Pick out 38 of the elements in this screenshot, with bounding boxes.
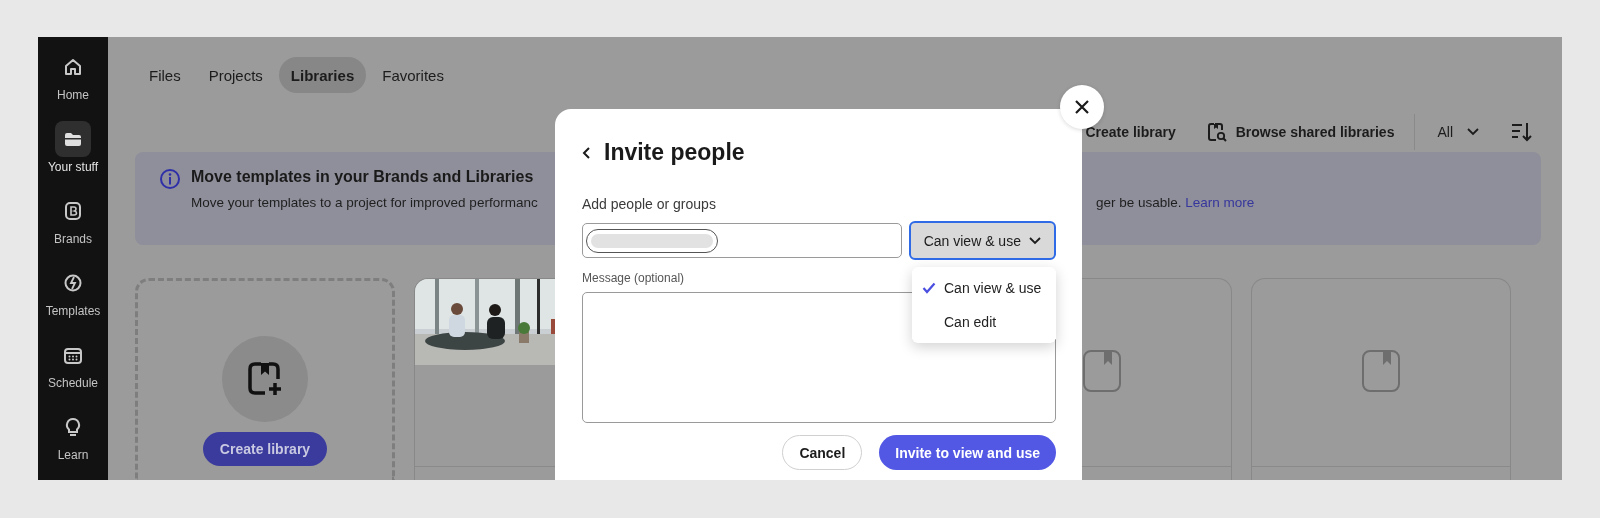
- home-icon: [62, 56, 84, 78]
- banner-text: ger be usable.: [1096, 195, 1182, 210]
- bookmark-icon: [1361, 349, 1401, 393]
- chevron-down-icon: [1467, 128, 1479, 136]
- sidebar-item[interactable]: Home: [38, 49, 108, 102]
- tab[interactable]: Files: [137, 57, 193, 93]
- chevron-left-icon: [582, 145, 592, 160]
- tab[interactable]: Favorites: [370, 57, 456, 93]
- back-button[interactable]: [582, 145, 592, 160]
- info-icon: [159, 168, 181, 190]
- sidebar-item[interactable]: Brands: [38, 193, 108, 246]
- bookmark-icon: [1082, 349, 1122, 393]
- tab[interactable]: Libraries: [278, 57, 367, 93]
- create-library-button[interactable]: Create library: [202, 432, 328, 466]
- invite-button[interactable]: Invite to view and use: [879, 435, 1056, 470]
- menu-item[interactable]: Can edit: [912, 305, 1056, 339]
- chevron-down-icon: [1028, 236, 1041, 245]
- tab[interactable]: Projects: [196, 57, 275, 93]
- close-icon: [1074, 99, 1090, 115]
- library-search-icon: [1205, 121, 1228, 143]
- sidebar-item[interactable]: Schedule: [38, 337, 108, 390]
- people-field[interactable]: [582, 223, 902, 258]
- browse-shared-libraries-button[interactable]: Browse shared libraries: [1197, 121, 1403, 143]
- sort-icon: [1511, 122, 1533, 142]
- cancel-button[interactable]: Cancel: [782, 435, 863, 470]
- sidebar-item[interactable]: Learn: [38, 409, 108, 462]
- sidebar-item[interactable]: Templates: [38, 265, 108, 318]
- dialog-title: Invite people: [604, 139, 745, 166]
- field-label: Message (optional): [582, 271, 686, 285]
- close-button[interactable]: [1060, 85, 1104, 129]
- banner-title: Move templates in your Brands and Libraries: [191, 168, 535, 186]
- filter-dropdown[interactable]: All: [1429, 124, 1487, 140]
- menu-item[interactable]: Can view & use: [912, 271, 1056, 305]
- sidebar-item[interactable]: Your stuff: [38, 121, 108, 174]
- field-label: Add people or groups: [582, 196, 717, 212]
- badge-icon: [62, 200, 84, 222]
- permission-dropdown[interactable]: Can view & use: [908, 221, 1056, 260]
- banner-text: Move your templates to a project for improved performanc: [191, 195, 538, 210]
